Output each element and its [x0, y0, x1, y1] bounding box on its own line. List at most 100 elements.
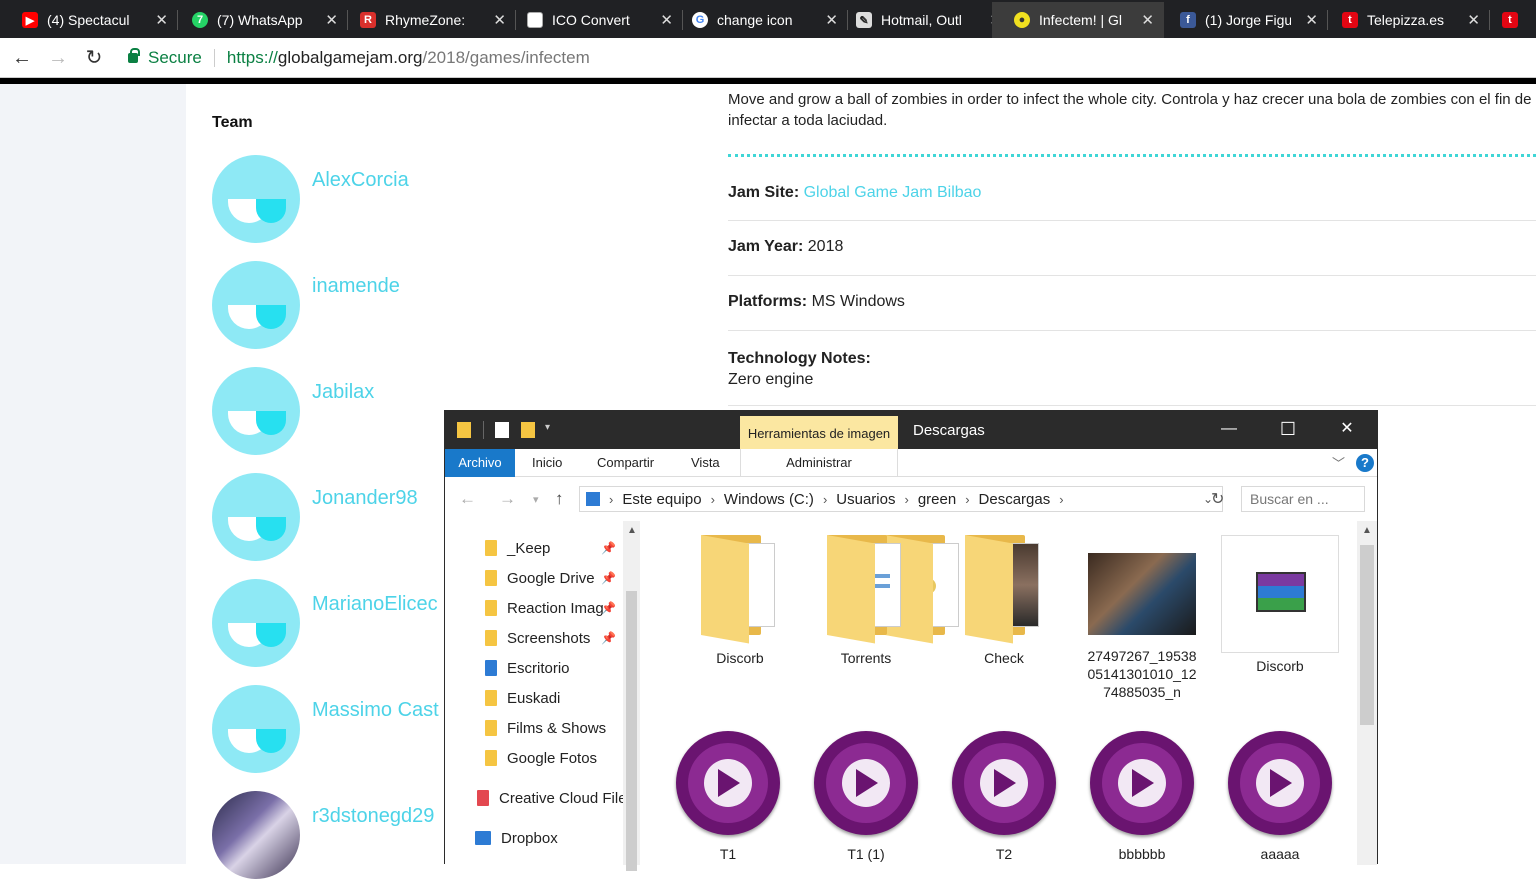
nav-item[interactable]: Google Drive — [485, 567, 595, 589]
tab-youtube[interactable]: ▶ (4) Spectacul ✕ — [0, 2, 178, 38]
search-input[interactable]: Buscar en ... — [1241, 486, 1365, 512]
avatar[interactable] — [212, 367, 300, 455]
file-item[interactable]: T2 — [945, 731, 1063, 863]
nav-item[interactable]: Euskadi — [485, 687, 560, 709]
breadcrumb-item[interactable]: Usuarios — [836, 491, 895, 508]
file-item[interactable]: aaaaa — [1221, 731, 1339, 863]
nav-item[interactable]: Screenshots — [485, 627, 590, 649]
avatar[interactable] — [212, 473, 300, 561]
ribbon-expand-icon[interactable]: ﹀ — [1332, 453, 1345, 472]
up-arrow-icon[interactable]: ↑ — [555, 489, 564, 509]
nav-scrollbar[interactable]: ▲ — [623, 521, 640, 871]
minimize-icon[interactable]: — — [1219, 419, 1239, 439]
refresh-icon[interactable]: ↻ — [1211, 489, 1224, 509]
forward-arrow-icon[interactable]: → — [499, 489, 516, 509]
tab-infectem[interactable]: ● Infectem! | Gl ✕ — [992, 2, 1164, 38]
tab-telepizza-2[interactable]: t — [1484, 2, 1536, 38]
nav-item[interactable]: Films & Shows — [485, 717, 606, 739]
telepizza-icon: t — [1342, 12, 1358, 28]
member-name[interactable]: Jonander98 — [312, 487, 418, 510]
divider — [728, 405, 1536, 406]
avatar[interactable] — [212, 261, 300, 349]
avatar[interactable] — [212, 791, 300, 879]
folder-icon — [485, 570, 497, 586]
member-name[interactable]: Massimo Cast — [312, 699, 439, 722]
nav-item[interactable]: Dropbox — [475, 827, 558, 849]
pin-icon[interactable]: 📌 — [601, 601, 616, 615]
close-tab-icon[interactable]: ✕ — [1305, 11, 1318, 29]
properties-icon[interactable] — [495, 422, 509, 438]
nav-item[interactable]: Creative Cloud File — [477, 787, 627, 809]
back-arrow-icon[interactable]: ← — [459, 489, 476, 509]
breadcrumb-item[interactable]: Windows (C:) — [724, 491, 814, 508]
file-item[interactable]: 27497267_1953805141301010_1274885035_n — [1083, 535, 1201, 701]
maximize-icon[interactable]: ☐ — [1278, 419, 1298, 439]
youtube-icon: ▶ — [22, 12, 38, 28]
tab-compartir[interactable]: Compartir — [597, 449, 654, 477]
tab-administrar[interactable]: Administrar — [740, 449, 898, 477]
creative-cloud-icon — [477, 790, 489, 806]
avatar[interactable] — [212, 685, 300, 773]
avatar[interactable] — [212, 155, 300, 243]
downloads-icon — [586, 492, 600, 506]
file-item[interactable]: T1 — [669, 731, 787, 863]
breadcrumb[interactable]: › Este equipo › Windows (C:) › Usuarios › g… — [579, 486, 1223, 512]
tab-whatsapp[interactable]: 7 (7) WhatsApp ✕ — [170, 2, 348, 38]
pin-icon[interactable]: 📌 — [601, 571, 616, 585]
member-name[interactable]: MarianoElicec — [312, 593, 438, 616]
member-name[interactable]: r3dstonegd29 — [312, 805, 434, 828]
new-folder-icon[interactable] — [521, 422, 535, 438]
reload-icon[interactable]: ↻ — [82, 46, 106, 70]
url-omnibox[interactable]: Secure https://globalgamejam.org/2018/ga… — [118, 44, 1536, 72]
close-tab-icon[interactable]: ✕ — [1467, 11, 1480, 29]
nav-item[interactable]: Reaction Imag — [485, 597, 604, 619]
nav-item[interactable]: Google Fotos — [485, 747, 597, 769]
close-tab-icon[interactable]: ✕ — [325, 11, 338, 29]
tab-facebook[interactable]: f (1) Jorge Figu ✕ — [1158, 2, 1328, 38]
quick-access-dropdown-icon[interactable]: ▾ — [545, 422, 550, 433]
file-list-scrollbar[interactable]: ▲ — [1357, 521, 1377, 865]
member-name[interactable]: AlexCorcia — [312, 169, 409, 192]
tab-rhymezone[interactable]: R RhymeZone: ✕ — [338, 2, 516, 38]
file-item[interactable]: Check — [945, 535, 1063, 667]
nav-item[interactable]: _Keep — [485, 537, 550, 559]
member-name[interactable]: inamende — [312, 275, 400, 298]
tab-inicio[interactable]: Inicio — [532, 449, 562, 477]
tab-telepizza[interactable]: t Telepizza.es ✕ — [1320, 2, 1490, 38]
close-window-icon[interactable]: ✕ — [1337, 419, 1357, 439]
file-item[interactable]: Discorb — [681, 535, 799, 667]
back-arrow-icon[interactable]: ← — [10, 46, 34, 70]
tab-archivo[interactable]: Archivo — [445, 449, 515, 477]
folder-icon — [827, 535, 905, 644]
tab-hotmail[interactable]: ✎Hotmail, Outl✕ — [834, 2, 1012, 38]
forward-arrow-icon[interactable]: → — [46, 46, 70, 70]
pin-icon[interactable]: 📌 — [601, 541, 616, 555]
close-tab-icon[interactable]: ✕ — [1141, 11, 1154, 29]
breadcrumb-item[interactable]: Este equipo — [622, 491, 701, 508]
recent-dropdown-icon[interactable]: ▾ — [533, 493, 539, 506]
file-item[interactable]: bbbbbb — [1083, 731, 1201, 863]
address-bar: ← → ↻ Secure https://globalgamejam.org/2… — [0, 38, 1536, 78]
folder-icon — [485, 690, 497, 706]
tab-google[interactable]: Gchange icon ✕ — [670, 2, 848, 38]
member-name[interactable]: Jabilax — [312, 381, 374, 404]
file-item[interactable]: Discorb — [1221, 535, 1339, 675]
avatar[interactable] — [212, 579, 300, 667]
help-icon[interactable]: ? — [1356, 454, 1374, 472]
folder-icon — [965, 535, 1043, 644]
breadcrumb-item[interactable]: Descargas — [979, 491, 1051, 508]
tab-ico-convert[interactable]: ICO Convert ✕ — [505, 2, 683, 38]
tab-vista[interactable]: Vista — [691, 449, 720, 477]
pin-icon[interactable]: 📌 — [601, 631, 616, 645]
contextual-tab-image-tools[interactable]: Herramientas de imagen — [740, 416, 898, 449]
jam-year-label: Jam Year: — [728, 238, 804, 255]
breadcrumb-item[interactable]: green — [918, 491, 956, 508]
close-tab-icon[interactable]: ✕ — [155, 11, 168, 29]
file-list: Discorb Torrents Check 27497267_19538051… — [641, 521, 1359, 865]
file-item[interactable]: Torrents — [807, 535, 925, 667]
team-member[interactable]: AlexCorcia — [212, 155, 632, 245]
nav-item[interactable]: Escritorio — [485, 657, 570, 679]
file-item[interactable]: T1 (1) — [807, 731, 925, 863]
team-member[interactable]: inamende — [212, 261, 632, 351]
jam-site-link[interactable]: Global Game Jam Bilbao — [804, 184, 982, 201]
